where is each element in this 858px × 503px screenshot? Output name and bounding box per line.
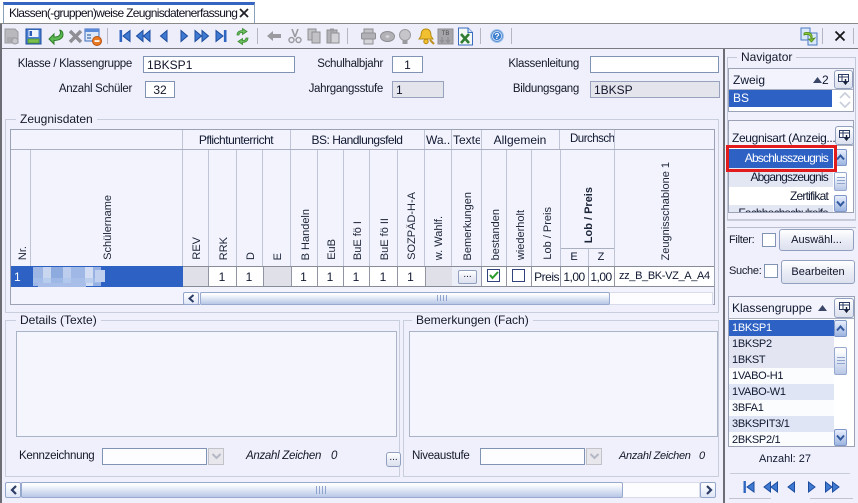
svg-text:TB: TB	[442, 31, 450, 37]
svg-text:?: ?	[494, 31, 499, 41]
